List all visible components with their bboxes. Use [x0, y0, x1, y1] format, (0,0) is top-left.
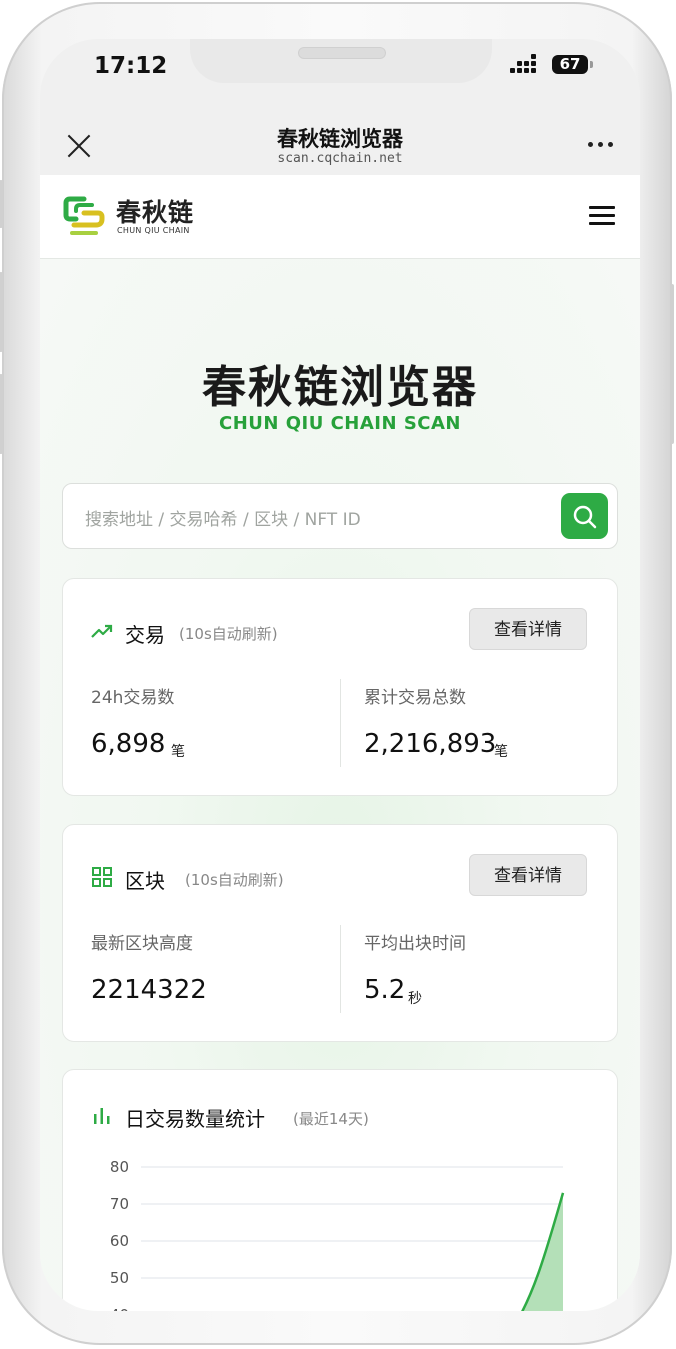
- search-placeholder: 搜索地址 / 交易哈希 / 区块 / NFT ID: [85, 510, 361, 530]
- card-title: 日交易数量统计: [125, 1107, 265, 1131]
- range-note: (最近14天): [293, 1110, 369, 1128]
- view-details-button[interactable]: 查看详情: [469, 608, 587, 650]
- y-tick-label: 70: [110, 1195, 129, 1213]
- browser-bar: 春秋链浏览器 scan.cqchain.net: [40, 119, 640, 175]
- browser-url: scan.cqchain.net: [277, 151, 403, 166]
- card-title: 交易: [125, 623, 165, 647]
- logo-chinese-name: 春秋链: [116, 198, 195, 227]
- daily-tx-chart-card: 日交易数量统计 (最近14天) 80 70 60 50 40: [62, 1069, 618, 1311]
- stat-label-latest-block: 最新区块高度: [91, 934, 193, 954]
- stat-value-latest-block: 2214322: [91, 975, 207, 1005]
- stat-unit-total-tx: 笔: [494, 744, 508, 760]
- status-bar: 17:12 67: [40, 39, 640, 119]
- page-subtitle: CHUN QIU CHAIN SCAN: [218, 413, 461, 434]
- notch: [190, 39, 492, 83]
- status-time: 17:12: [94, 53, 168, 79]
- y-tick-label: 50: [110, 1269, 129, 1287]
- y-tick-label: 40: [110, 1306, 129, 1311]
- page-title: 春秋链浏览器: [202, 362, 478, 413]
- more-options-icon[interactable]: [588, 142, 616, 148]
- stat-unit-block-time: 秒: [408, 991, 422, 1007]
- transactions-card: 交易 (10s自动刷新) 查看详情 24h交易数 6,898 笔 累计交易总数 …: [62, 578, 618, 796]
- bar-chart-icon: [94, 1108, 110, 1124]
- search-button[interactable]: [561, 493, 608, 539]
- site-header: 春秋链 CHUN QIU CHAIN: [40, 175, 640, 259]
- menu-icon[interactable]: [589, 206, 615, 226]
- stat-value-total-tx: 2,216,893: [364, 729, 497, 759]
- speaker-grille: [298, 47, 386, 59]
- stat-value-24h-tx: 6,898: [91, 729, 166, 759]
- search-input[interactable]: 搜索地址 / 交易哈希 / 区块 / NFT ID: [62, 483, 618, 549]
- refresh-note: (10s自动刷新): [185, 871, 284, 889]
- view-details-button[interactable]: 查看详情: [469, 854, 587, 896]
- search-icon: [573, 505, 597, 529]
- blocks-card: 区块 (10s自动刷新) 查看详情 最新区块高度 2214322 平均出块时间 …: [62, 824, 618, 1042]
- phone-screen: 17:12 67 春秋链浏览器 scan.cqchain.net 春秋链 CHU…: [40, 39, 640, 1311]
- battery-tip: [590, 61, 593, 68]
- grid-icon: [92, 867, 112, 887]
- refresh-note: (10s自动刷新): [179, 625, 278, 643]
- stat-label-24h-tx: 24h交易数: [91, 688, 175, 708]
- stat-label-total-tx: 累计交易总数: [364, 688, 466, 708]
- cellular-signal-icon: [510, 54, 536, 77]
- y-tick-label: 80: [110, 1158, 129, 1176]
- stat-label-block-time: 平均出块时间: [364, 934, 466, 954]
- phone-frame: 17:12 67 春秋链浏览器 scan.cqchain.net 春秋链 CHU…: [0, 2, 674, 1345]
- browser-page-title: 春秋链浏览器: [277, 127, 403, 151]
- mute-switch: [0, 180, 3, 228]
- y-tick-label: 60: [110, 1232, 129, 1250]
- logo-english-name: CHUN QIU CHAIN: [117, 226, 190, 235]
- stat-value-block-time: 5.2: [364, 975, 406, 1005]
- power-button: [670, 284, 674, 444]
- trending-up-icon: [91, 624, 113, 638]
- stat-divider: [340, 925, 341, 1013]
- logo-icon[interactable]: [62, 195, 106, 237]
- battery-icon: 67: [552, 55, 588, 74]
- volume-down-button: [0, 374, 3, 454]
- volume-up-button: [0, 272, 3, 352]
- stat-unit-24h-tx: 笔: [171, 744, 185, 760]
- daily-tx-chart: 80 70 60 50 40: [110, 1158, 565, 1311]
- stat-divider: [340, 679, 341, 767]
- card-title: 区块: [125, 869, 165, 893]
- series-area: [522, 1192, 563, 1311]
